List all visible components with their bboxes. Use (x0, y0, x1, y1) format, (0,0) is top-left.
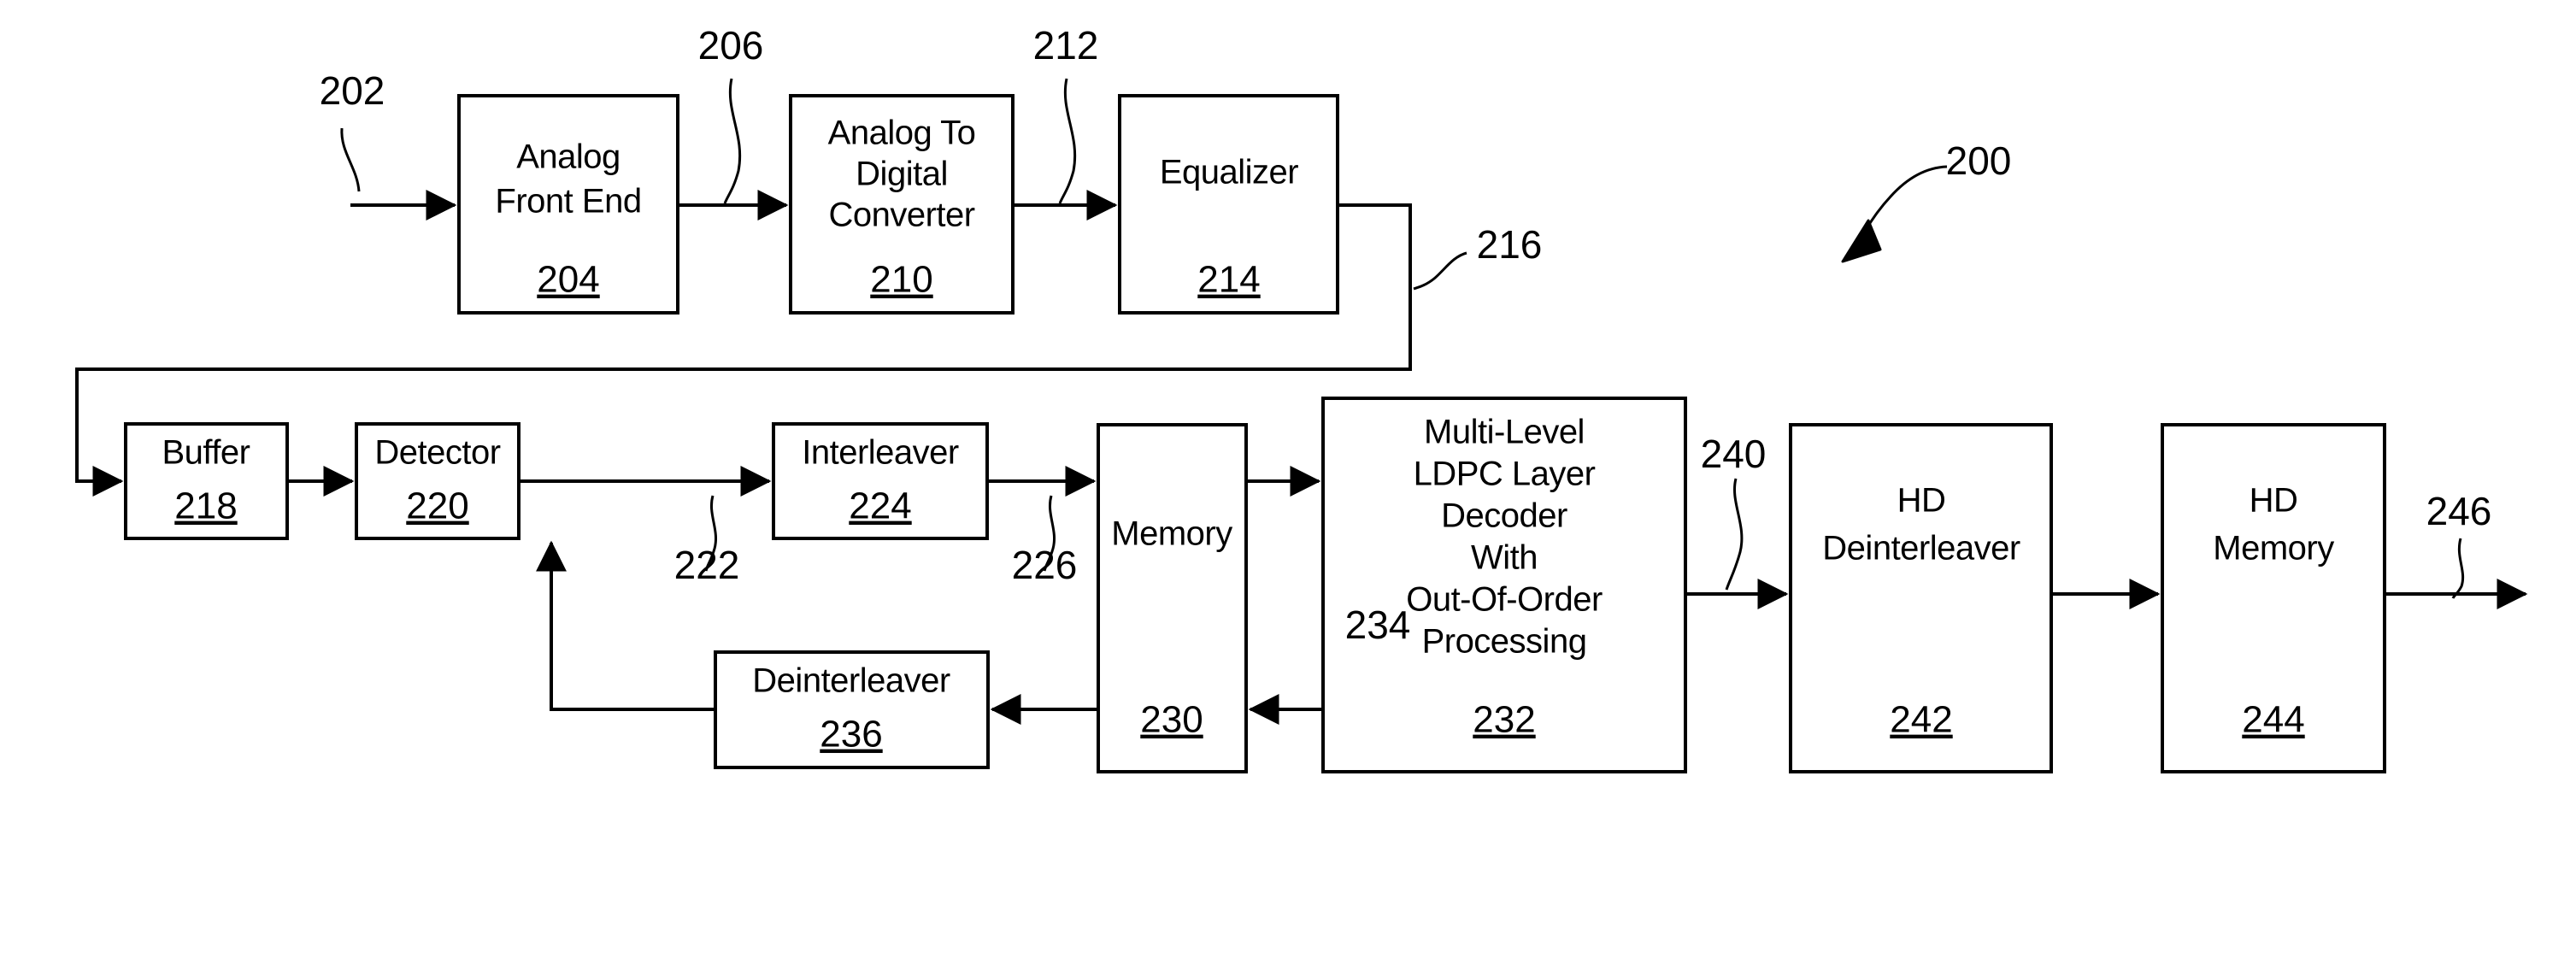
ref-numeral-202: 202 (320, 68, 385, 113)
ref-numeral-226: 226 (1012, 543, 1078, 587)
block-interleaver-number: 224 (849, 485, 911, 527)
block-adc-number: 210 (870, 259, 932, 301)
block-adc-label-0: Analog To (828, 115, 976, 152)
block-deinterleaver-number: 236 (820, 714, 882, 756)
ref-numeral-216: 216 (1477, 222, 1543, 267)
block-ldpc-label-0: Multi-Level (1424, 414, 1585, 451)
leader-246 (2451, 538, 2465, 599)
leader-202 (340, 127, 361, 192)
ref-numeral-240: 240 (1701, 432, 1767, 476)
block-memory[interactable]: Memory 230 (1097, 423, 1248, 773)
block-interleaver[interactable]: Interleaver 224 (772, 422, 989, 540)
leader-240 (1725, 478, 1744, 591)
block-analog-front-end-label-1: Front End (495, 183, 641, 220)
block-multi-level-ldpc-layer-decoder[interactable]: Multi-Level LDPC Layer Decoder With Out-… (1321, 397, 1687, 773)
block-hd-deinterleaver[interactable]: HD Deinterleaver 242 (1789, 423, 2053, 773)
block-analog-to-digital-converter[interactable]: Analog To Digital Converter 210 (789, 94, 1015, 315)
block-deinterleaver-label-0: Deinterleaver (752, 662, 950, 700)
block-ldpc-number: 232 (1473, 699, 1535, 741)
block-interleaver-label-0: Interleaver (802, 434, 959, 472)
leader-212 (1058, 78, 1077, 204)
ref-numeral-246: 246 (2426, 489, 2492, 533)
block-analog-front-end[interactable]: Analog Front End 204 (457, 94, 679, 315)
block-ldpc-label-4: Out-Of-Order (1406, 581, 1603, 619)
block-buffer-label-0: Buffer (162, 434, 250, 472)
leader-206 (723, 78, 742, 204)
block-adc-label-2: Converter (828, 197, 974, 234)
block-memory-label-0: Memory (1111, 515, 1232, 553)
block-deinterleaver[interactable]: Deinterleaver 236 (714, 650, 990, 769)
block-ldpc-label-3: With (1471, 539, 1538, 577)
block-hd-deinterleaver-number: 242 (1890, 699, 1952, 741)
block-hd-memory-number: 244 (2242, 699, 2304, 741)
leader-216 (1413, 251, 1467, 291)
block-equalizer[interactable]: Equalizer 214 (1118, 94, 1339, 315)
block-adc-label-1: Digital (856, 156, 948, 193)
block-hd-deinterleaver-label-1: Deinterleaver (1822, 530, 2020, 567)
block-hd-memory-label-0: HD (2250, 482, 2298, 520)
block-memory-number: 230 (1140, 699, 1203, 741)
block-hd-deinterleaver-label-0: HD (1897, 482, 1946, 520)
ref-numeral-206: 206 (698, 23, 764, 68)
block-buffer[interactable]: Buffer 218 (124, 422, 289, 540)
block-hd-memory-label-1: Memory (2213, 530, 2334, 567)
block-detector-label-0: Detector (374, 434, 500, 472)
block-diagram-svg: Analog Front End 204 Analog To Digital C… (75, 23, 2528, 773)
blocks-layer: Analog Front End 204 Analog To Digital C… (124, 94, 2386, 773)
figure-canvas: Analog Front End 204 Analog To Digital C… (0, 0, 2576, 976)
block-hd-memory[interactable]: HD Memory 244 (2161, 423, 2386, 773)
ref-numeral-222: 222 (674, 543, 740, 587)
block-analog-front-end-label-0: Analog (516, 138, 620, 176)
ref-numeral-212: 212 (1033, 23, 1099, 68)
block-equalizer-number: 214 (1197, 259, 1260, 301)
ref-numeral-200: 200 (1946, 138, 2012, 183)
block-detector[interactable]: Detector 220 (355, 422, 520, 540)
block-detector-number: 220 (406, 485, 468, 527)
block-analog-front-end-number: 204 (537, 259, 599, 301)
leader-200-arrowhead (1841, 219, 1882, 263)
leader-200 (1863, 165, 1948, 232)
block-ldpc-label-2: Decoder (1441, 497, 1567, 535)
block-equalizer-label-0: Equalizer (1160, 154, 1298, 191)
block-ldpc-label-1: LDPC Layer (1414, 456, 1596, 493)
block-buffer-number: 218 (174, 485, 237, 527)
ref-numeral-234: 234 (1345, 603, 1411, 647)
block-ldpc-label-5: Processing (1422, 623, 1587, 661)
